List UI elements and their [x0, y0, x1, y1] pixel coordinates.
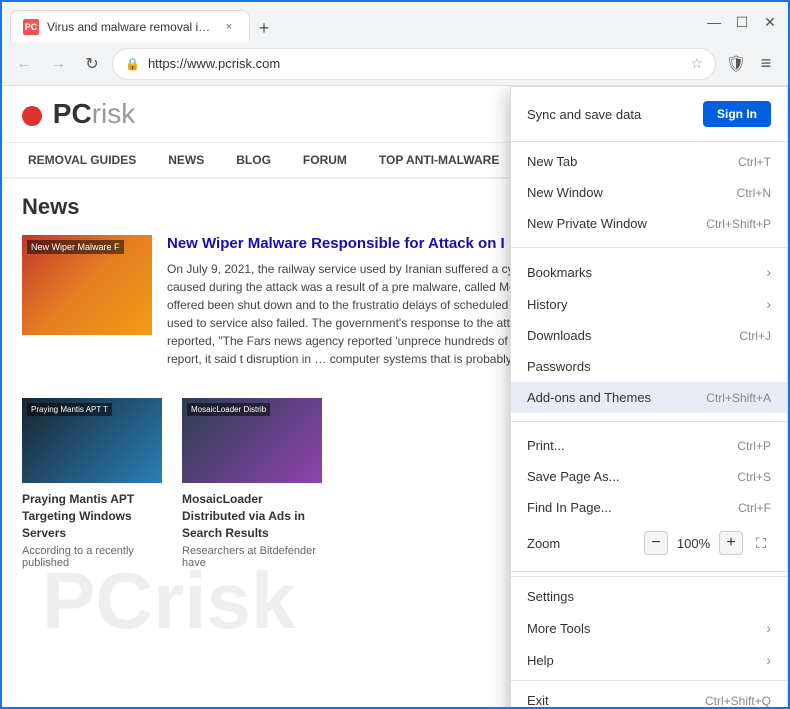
refresh-button[interactable]: ↻: [78, 50, 106, 78]
menu-downloads[interactable]: Downloads Ctrl+J: [511, 320, 787, 351]
shield-button[interactable]: 🛡: [722, 50, 750, 78]
menu-exit[interactable]: Exit Ctrl+Shift+Q: [511, 685, 787, 707]
zoom-expand-button[interactable]: ⛶: [751, 533, 771, 553]
sync-text: Sync and save data: [527, 107, 641, 122]
menu-help[interactable]: Help ›: [511, 644, 787, 676]
menu-print[interactable]: Print... Ctrl+P: [511, 430, 787, 461]
tab-title: Virus and malware removal inst: [47, 20, 213, 34]
zoom-in-button[interactable]: +: [719, 531, 743, 555]
menu-sync-header: Sync and save data Sign In: [511, 87, 787, 142]
menu-separator-4: [511, 680, 787, 681]
menu-section-page: Print... Ctrl+P Save Page As... Ctrl+S F…: [511, 426, 787, 567]
menu-addons-themes[interactable]: Add-ons and Themes Ctrl+Shift+A: [511, 382, 787, 413]
card-excerpt-0: According to a recently published: [22, 545, 162, 569]
menu-save-page[interactable]: Save Page As... Ctrl+S: [511, 461, 787, 492]
sign-in-button[interactable]: Sign In: [703, 101, 771, 127]
menu-section-bottom: Settings More Tools › Help › Exit Ctrl+S…: [511, 576, 787, 707]
toolbar-buttons: 🛡 ≡: [722, 50, 780, 78]
menu-new-tab[interactable]: New Tab Ctrl+T: [511, 146, 787, 177]
news-card-0: Praying Mantis APT T Praying Mantis APT …: [22, 398, 162, 569]
menu-section-top: New Tab Ctrl+T New Window Ctrl+N New Pri…: [511, 142, 787, 243]
menu-passwords[interactable]: Passwords: [511, 351, 787, 382]
nav-removal-guides[interactable]: REMOVAL GUIDES: [12, 143, 152, 179]
menu-separator-3: [511, 571, 787, 572]
maximize-button[interactable]: ☐: [732, 12, 752, 32]
back-button[interactable]: ←: [10, 50, 38, 78]
minimize-button[interactable]: —: [704, 12, 724, 32]
zoom-out-button[interactable]: −: [644, 531, 668, 555]
card-thumb-1: MosaicLoader Distrib: [182, 398, 322, 483]
menu-find-in-page[interactable]: Find In Page... Ctrl+F: [511, 492, 787, 523]
menu-history[interactable]: History ›: [511, 288, 787, 320]
article-thumb-label: New Wiper Malware F: [27, 240, 124, 254]
card-thumb-0: Praying Mantis APT T: [22, 398, 162, 483]
address-field[interactable]: 🔒 https://www.pcrisk.com ☆: [112, 48, 716, 80]
article-thumbnail: New Wiper Malware F: [22, 235, 152, 335]
zoom-value: 100%: [676, 536, 711, 551]
logo-risk: risk: [92, 98, 136, 129]
nav-forum[interactable]: FORUM: [287, 143, 363, 179]
url-display: https://www.pcrisk.com: [148, 56, 682, 71]
logo-pc: PC: [53, 98, 92, 129]
card-title-0[interactable]: Praying Mantis APT Targeting Windows Ser…: [22, 491, 162, 541]
card-title-1[interactable]: MosaicLoader Distributed via Ads in Sear…: [182, 491, 322, 541]
tab-close-button[interactable]: ×: [221, 19, 237, 35]
menu-bookmarks[interactable]: Bookmarks ›: [511, 256, 787, 288]
menu-new-private-window[interactable]: New Private Window Ctrl+Shift+P: [511, 208, 787, 239]
menu-settings[interactable]: Settings: [511, 581, 787, 612]
card-thumb-label-1: MosaicLoader Distrib: [187, 403, 270, 416]
news-card-1: MosaicLoader Distrib MosaicLoader Distri…: [182, 398, 322, 569]
card-excerpt-1: Researchers at Bitdefender have: [182, 545, 322, 569]
forward-button[interactable]: →: [44, 50, 72, 78]
nav-top-anti-malware[interactable]: TOP ANTI-MALWARE: [363, 143, 515, 179]
browser-window: PC Virus and malware removal inst × + — …: [0, 0, 790, 709]
browser-menu: Sync and save data Sign In New Tab Ctrl+…: [510, 86, 788, 707]
active-tab[interactable]: PC Virus and malware removal inst ×: [10, 10, 250, 42]
zoom-controls: − 100% + ⛶: [644, 531, 771, 555]
tab-favicon: PC: [23, 19, 39, 35]
menu-zoom-row: Zoom − 100% + ⛶: [511, 523, 787, 563]
bookmark-star-icon[interactable]: ☆: [690, 55, 703, 72]
page-area: PCrisk REMOVAL GUIDES NEWS BLOG FORUM TO…: [2, 86, 788, 707]
new-tab-button[interactable]: +: [250, 14, 278, 42]
menu-separator-2: [511, 421, 787, 422]
card-thumb-label-0: Praying Mantis APT T: [27, 403, 112, 416]
menu-section-mid: Bookmarks › History › Downloads Ctrl+J P…: [511, 252, 787, 417]
menu-more-tools[interactable]: More Tools ›: [511, 612, 787, 644]
lock-icon: 🔒: [125, 57, 140, 71]
address-bar-row: ← → ↻ 🔒 https://www.pcrisk.com ☆ 🛡 ≡: [2, 42, 788, 86]
menu-separator-1: [511, 247, 787, 248]
title-bar: PC Virus and malware removal inst × + — …: [2, 2, 788, 42]
menu-button[interactable]: ≡: [752, 50, 780, 78]
site-logo: PCrisk: [22, 98, 135, 130]
menu-new-window[interactable]: New Window Ctrl+N: [511, 177, 787, 208]
nav-news[interactable]: NEWS: [152, 143, 220, 179]
window-controls: — ☐ ✕: [692, 12, 780, 32]
tab-strip: PC Virus and malware removal inst × +: [10, 2, 688, 42]
nav-blog[interactable]: BLOG: [220, 143, 287, 179]
close-window-button[interactable]: ✕: [760, 12, 780, 32]
